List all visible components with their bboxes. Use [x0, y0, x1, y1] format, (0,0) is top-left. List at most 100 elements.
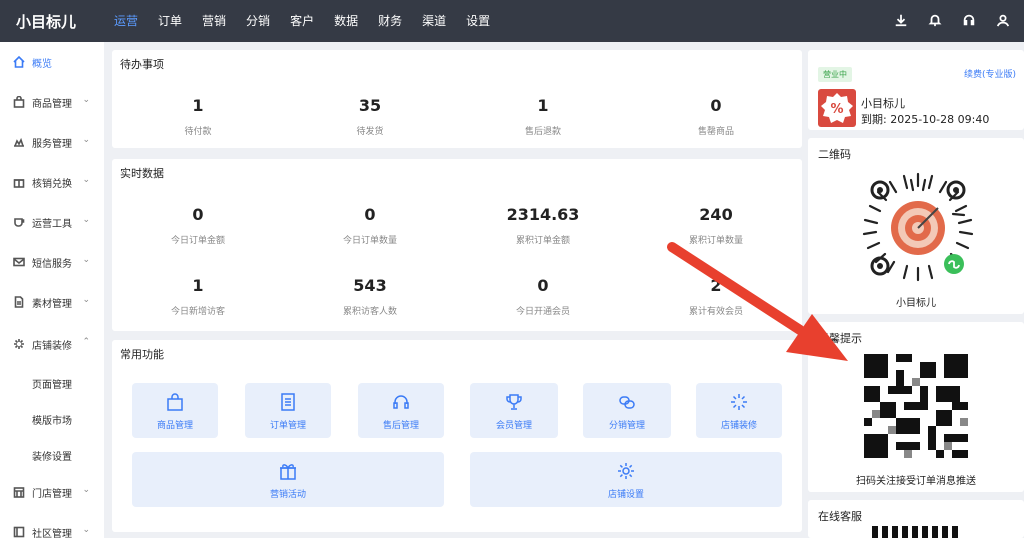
sidebar-item-stores[interactable]: 门店管理 ⌄: [0, 480, 104, 504]
file-icon: [13, 295, 26, 309]
nav-item-finance[interactable]: 财务: [378, 0, 402, 42]
nav-item-marketing[interactable]: 营销: [202, 0, 226, 42]
stat-value: 0: [710, 96, 722, 115]
reminder-panel: 温馨提示 扫码关注接受订单消息推送: [808, 322, 1024, 492]
mail-icon: [13, 256, 26, 269]
todo-title: 待办事项: [120, 58, 164, 71]
sidebar-item-label: 核销兑换: [32, 178, 72, 190]
fn-label: 店铺设置: [607, 490, 644, 500]
stat-value: 1: [192, 96, 204, 115]
stat-pending-payment[interactable]: 1 待付款: [118, 96, 278, 137]
stat-value: 0: [364, 205, 376, 224]
sidebar-item-products[interactable]: 商品管理 ⌄: [0, 90, 104, 114]
fn-distribution-button[interactable]: 分销管理: [583, 383, 671, 438]
todo-panel: 待办事项 1 待付款 35 待发货 1 售后退款 0 售罄商品: [112, 50, 802, 148]
nav-item-settings[interactable]: 设置: [466, 0, 490, 42]
bell-icon[interactable]: [928, 12, 942, 31]
stat-value: 1: [537, 96, 549, 115]
stat-value: 35: [358, 96, 382, 115]
store-icon: [13, 486, 26, 499]
store-logo-icon: %: [818, 89, 856, 127]
nav-item-orders[interactable]: 订单: [158, 0, 182, 42]
sidebar-item-label: 运营工具: [32, 218, 72, 230]
stat-today-members: 0 今日开通会员: [463, 276, 623, 317]
status-badge: 营业中: [818, 67, 852, 82]
sidebar-subitem-pages[interactable]: 页面管理: [32, 376, 72, 391]
reminder-caption: 扫码关注接受订单消息推送: [856, 476, 976, 487]
fn-members-button[interactable]: 会员管理: [470, 383, 558, 438]
bag-icon: [132, 392, 218, 412]
fn-aftersales-button[interactable]: 售后管理: [358, 383, 444, 438]
sidebar-item-label: 门店管理: [32, 488, 72, 500]
stat-sold-out[interactable]: 0 售罄商品: [636, 96, 796, 137]
mini-program-code: [862, 172, 974, 282]
stat-label: 待发货: [356, 127, 384, 137]
stat-label: 待付款: [184, 127, 212, 137]
user-icon[interactable]: [996, 12, 1010, 31]
download-icon[interactable]: [894, 12, 908, 31]
support-title: 在线客服: [818, 510, 862, 523]
headset-icon[interactable]: [962, 12, 976, 31]
service-icon: [13, 136, 26, 149]
stat-label: 累积订单金额: [515, 236, 570, 246]
nav-item-operations[interactable]: 运营: [114, 0, 138, 42]
support-qr-code: [872, 526, 960, 538]
sidebar: 概览 商品管理 ⌄ 服务管理 ⌄ 核销兑换 ⌄ 运营工具 ⌄ 短信服务 ⌄ 素材…: [0, 42, 104, 538]
top-navigation-bar: 小目标儿 运营 订单 营销 分销 客户 数据 财务 渠道 设置: [0, 0, 1024, 42]
nav-item-channels[interactable]: 渠道: [422, 0, 446, 42]
sidebar-item-decoration[interactable]: 店铺装修 ⌃: [0, 332, 104, 356]
sidebar-item-label: 社区管理: [32, 528, 72, 538]
stat-value: 543: [353, 276, 387, 295]
stat-today-orders: 0 今日订单数量: [290, 205, 450, 246]
fn-label: 订单管理: [269, 421, 306, 431]
store-name: 小目标儿: [861, 97, 905, 110]
chevron-down-icon: ⌄: [82, 295, 90, 305]
functions-panel: 常用功能 商品管理 订单管理 售后管理 会员管理 分销管理 店铺装修 营销活动 …: [112, 340, 802, 532]
fn-store-settings-button[interactable]: 店铺设置: [470, 452, 782, 507]
stat-label: 今日订单数量: [342, 236, 397, 246]
support-panel: 在线客服: [808, 500, 1024, 538]
gift-icon: [132, 461, 444, 481]
stat-valid-members: 2 累计有效会员: [636, 276, 796, 317]
fn-label: 商品管理: [156, 421, 193, 431]
renew-link[interactable]: 续费(专业版): [964, 67, 1016, 80]
fn-products-button[interactable]: 商品管理: [132, 383, 218, 438]
stat-refunds[interactable]: 1 售后退款: [463, 96, 623, 137]
stat-value: 2314.63: [506, 205, 580, 224]
nav-item-customers[interactable]: 客户: [290, 0, 314, 42]
sidebar-subitem-templates[interactable]: 模版市场: [32, 412, 72, 427]
stat-today-visitors: 1 今日新增访客: [118, 276, 278, 317]
chevron-up-icon: ⌃: [82, 337, 90, 347]
sidebar-item-sms[interactable]: 短信服务 ⌄: [0, 250, 104, 274]
community-icon: [13, 526, 26, 538]
fn-label: 会员管理: [495, 421, 532, 431]
stat-value: 0: [192, 205, 204, 224]
stat-total-visitors: 543 累积访客人数: [290, 276, 450, 317]
nav-item-distribution[interactable]: 分销: [246, 0, 270, 42]
subscription-qr-code: [864, 354, 968, 458]
sidebar-item-ops-tools[interactable]: 运营工具 ⌄: [0, 210, 104, 234]
sidebar-item-label: 服务管理: [32, 138, 72, 150]
stat-value: 240: [699, 205, 733, 224]
sidebar-item-redemption[interactable]: 核销兑换 ⌄: [0, 170, 104, 194]
sidebar-item-label: 店铺装修: [32, 340, 72, 352]
stat-label: 累积订单数量: [688, 236, 743, 246]
nav-item-data[interactable]: 数据: [334, 0, 358, 42]
stat-label: 累积访客人数: [342, 307, 397, 317]
sidebar-item-services[interactable]: 服务管理 ⌄: [0, 130, 104, 154]
sidebar-item-assets[interactable]: 素材管理 ⌄: [0, 290, 104, 314]
brand-title[interactable]: 小目标儿: [0, 11, 104, 32]
cup-icon: [13, 216, 26, 229]
sidebar-item-overview[interactable]: 概览: [0, 50, 104, 74]
sidebar-subitem-deco-settings[interactable]: 装修设置: [32, 448, 72, 463]
fn-decoration-button[interactable]: 店铺装修: [696, 383, 782, 438]
stat-label: 今日开通会员: [515, 307, 570, 317]
stat-total-orders: 240 累积订单数量: [636, 205, 796, 246]
fn-label: 店铺装修: [720, 421, 757, 431]
top-icon-group: [894, 0, 1010, 42]
sidebar-item-community[interactable]: 社区管理 ⌄: [0, 520, 104, 538]
fn-orders-button[interactable]: 订单管理: [245, 383, 331, 438]
stat-pending-shipment[interactable]: 35 待发货: [290, 96, 450, 137]
realtime-panel: 实时数据 0 今日订单金额 0 今日订单数量 2314.63 累积订单金额 240 累积…: [112, 159, 802, 331]
fn-campaigns-button[interactable]: 营销活动: [132, 452, 444, 507]
